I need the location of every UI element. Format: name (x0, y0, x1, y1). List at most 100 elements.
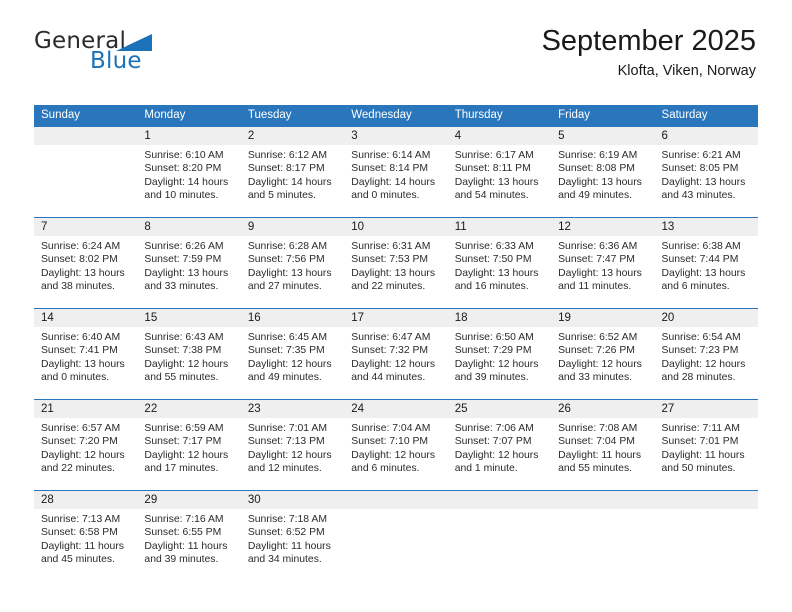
sunset-text: Sunset: 8:14 PM (351, 163, 429, 175)
calendar-day-cell[interactable]: 8 Sunrise: 6:26 AM Sunset: 7:59 PM Daylight… (137, 217, 241, 309)
calendar-day-cell[interactable]: 2 Sunrise: 6:12 AM Sunset: 8:17 PM Daylight… (240, 126, 345, 218)
calendar-day-cell[interactable]: 16 Sunrise: 6:45 AM Sunset: 7:35 PM Dayligh… (240, 308, 345, 400)
sunset-text: Sunset: 6:55 PM (144, 527, 222, 539)
brand-logo[interactable]: General Blue (34, 28, 194, 76)
calendar-day-cell[interactable]: 4 Sunrise: 6:17 AM Sunset: 8:11 PM Daylight… (447, 126, 552, 218)
calendar-day-cell[interactable]: 23 Sunrise: 7:01 AM Sunset: 7:13 PM Dayligh… (240, 399, 345, 491)
weekday-header-thursday: Thursday (447, 105, 552, 127)
daylight-text: Daylight: 13 hours and 22 minutes. (351, 267, 436, 292)
day-number: 1 (137, 127, 241, 145)
day-number (34, 127, 138, 145)
day-number: 28 (34, 491, 138, 509)
calendar-day-cell-empty (654, 490, 758, 581)
calendar-day-cell[interactable]: 13 Sunrise: 6:38 AM Sunset: 7:44 PM Dayligh… (654, 217, 758, 309)
sunset-text: Sunset: 7:47 PM (558, 254, 635, 266)
sunrise-text: Sunrise: 6:24 AM (41, 241, 121, 252)
day-cell-inner: 24 Sunrise: 7:04 AM Sunset: 7:10 PM Dayligh… (344, 400, 448, 490)
sunrise-text: Sunrise: 6:54 AM (661, 332, 741, 343)
weekday-header-monday: Monday (137, 105, 241, 127)
page-subtitle: Klofta, Viken, Norway (617, 63, 756, 79)
sunrise-text: Sunrise: 6:10 AM (144, 150, 224, 161)
sunrise-text: Sunrise: 6:26 AM (144, 241, 224, 252)
weekday-header-sunday: Sunday (34, 105, 138, 127)
sunset-text: Sunset: 8:02 PM (41, 254, 118, 266)
calendar-day-cell[interactable]: 12 Sunrise: 6:36 AM Sunset: 7:47 PM Dayligh… (551, 217, 655, 309)
calendar-day-cell[interactable]: 10 Sunrise: 6:31 AM Sunset: 7:53 PM Dayligh… (344, 217, 448, 309)
calendar-day-cell[interactable]: 9 Sunrise: 6:28 AM Sunset: 7:56 PM Daylight… (240, 217, 345, 309)
day-details: Sunrise: 7:04 AM Sunset: 7:10 PM Daylight:… (344, 418, 447, 475)
sunset-text: Sunset: 7:50 PM (454, 254, 532, 266)
daylight-text: Daylight: 13 hours and 43 minutes. (661, 176, 746, 201)
day-number: 26 (551, 400, 655, 418)
calendar-day-cell[interactable]: 29 Sunrise: 7:16 AM Sunset: 6:55 PM Dayligh… (137, 490, 241, 581)
day-number: 13 (654, 218, 758, 236)
sunrise-text: Sunrise: 7:08 AM (558, 423, 638, 434)
day-cell-inner: 7 Sunrise: 6:24 AM Sunset: 8:02 PM Daylight… (34, 218, 138, 308)
day-number: 19 (551, 309, 655, 327)
daylight-text: Daylight: 12 hours and 55 minutes. (144, 358, 229, 383)
calendar-day-cell[interactable]: 6 Sunrise: 6:21 AM Sunset: 8:05 PM Daylight… (654, 126, 758, 218)
calendar-day-cell-empty (551, 490, 655, 581)
day-number (447, 491, 552, 509)
daylight-text: Daylight: 13 hours and 0 minutes. (41, 358, 125, 383)
day-number: 24 (344, 400, 448, 418)
calendar-day-cell[interactable]: 1 Sunrise: 6:10 AM Sunset: 8:20 PM Daylight… (137, 126, 241, 218)
day-cell-inner (34, 127, 138, 217)
calendar-day-cell[interactable]: 11 Sunrise: 6:33 AM Sunset: 7:50 PM Dayligh… (447, 217, 552, 309)
day-number: 9 (240, 218, 345, 236)
calendar-day-cell[interactable]: 7 Sunrise: 6:24 AM Sunset: 8:02 PM Daylight… (34, 217, 138, 309)
calendar-day-cell[interactable]: 19 Sunrise: 6:52 AM Sunset: 7:26 PM Dayligh… (551, 308, 655, 400)
day-details: Sunrise: 7:01 AM Sunset: 7:13 PM Daylight:… (241, 418, 344, 475)
day-number (344, 491, 448, 509)
day-number: 29 (137, 491, 241, 509)
day-number: 4 (447, 127, 552, 145)
sunset-text: Sunset: 7:29 PM (454, 345, 532, 357)
calendar-day-cell[interactable]: 26 Sunrise: 7:08 AM Sunset: 7:04 PM Dayligh… (551, 399, 655, 491)
calendar-day-cell[interactable]: 21 Sunrise: 6:57 AM Sunset: 7:20 PM Dayligh… (34, 399, 138, 491)
sunrise-text: Sunrise: 6:31 AM (351, 241, 431, 252)
day-details: Sunrise: 6:38 AM Sunset: 7:44 PM Daylight:… (655, 236, 758, 293)
day-details: Sunrise: 6:47 AM Sunset: 7:32 PM Daylight:… (344, 327, 447, 384)
day-cell-inner: 2 Sunrise: 6:12 AM Sunset: 8:17 PM Daylight… (240, 127, 345, 217)
day-details: Sunrise: 6:17 AM Sunset: 8:11 PM Daylight:… (448, 145, 551, 202)
day-cell-inner (447, 491, 552, 581)
sunrise-text: Sunrise: 6:12 AM (247, 150, 327, 161)
calendar-day-cell[interactable]: 14 Sunrise: 6:40 AM Sunset: 7:41 PM Dayligh… (34, 308, 138, 400)
day-cell-inner (344, 491, 448, 581)
calendar-day-cell[interactable]: 17 Sunrise: 6:47 AM Sunset: 7:32 PM Dayligh… (344, 308, 448, 400)
day-details: Sunrise: 7:13 AM Sunset: 6:58 PM Daylight:… (34, 509, 137, 566)
calendar-day-cell[interactable]: 20 Sunrise: 6:54 AM Sunset: 7:23 PM Dayligh… (654, 308, 758, 400)
day-number: 2 (240, 127, 345, 145)
sunset-text: Sunset: 8:17 PM (247, 163, 325, 175)
calendar-day-cell[interactable]: 3 Sunrise: 6:14 AM Sunset: 8:14 PM Daylight… (344, 126, 448, 218)
sunset-text: Sunset: 7:35 PM (247, 345, 325, 357)
daylight-text: Daylight: 14 hours and 5 minutes. (247, 176, 332, 201)
calendar-day-cell[interactable]: 22 Sunrise: 6:59 AM Sunset: 7:17 PM Dayligh… (137, 399, 241, 491)
calendar-day-cell[interactable]: 5 Sunrise: 6:19 AM Sunset: 8:08 PM Daylight… (551, 126, 655, 218)
day-details: Sunrise: 7:08 AM Sunset: 7:04 PM Daylight:… (551, 418, 654, 475)
day-cell-inner: 26 Sunrise: 7:08 AM Sunset: 7:04 PM Dayligh… (551, 400, 655, 490)
calendar-day-cell[interactable]: 24 Sunrise: 7:04 AM Sunset: 7:10 PM Dayligh… (344, 399, 448, 491)
calendar-day-cell[interactable]: 30 Sunrise: 7:18 AM Sunset: 6:52 PM Dayligh… (240, 490, 345, 581)
sunset-text: Sunset: 8:11 PM (454, 163, 531, 175)
day-cell-inner: 14 Sunrise: 6:40 AM Sunset: 7:41 PM Dayligh… (34, 309, 138, 399)
day-number: 23 (240, 400, 345, 418)
sunset-text: Sunset: 7:53 PM (351, 254, 429, 266)
day-details: Sunrise: 6:43 AM Sunset: 7:38 PM Daylight:… (137, 327, 240, 384)
day-cell-inner: 22 Sunrise: 6:59 AM Sunset: 7:17 PM Dayligh… (137, 400, 241, 490)
day-cell-inner: 21 Sunrise: 6:57 AM Sunset: 7:20 PM Dayligh… (34, 400, 138, 490)
sunset-text: Sunset: 7:41 PM (41, 345, 118, 357)
calendar-day-cell[interactable]: 27 Sunrise: 7:11 AM Sunset: 7:01 PM Dayligh… (654, 399, 758, 491)
day-cell-inner: 12 Sunrise: 6:36 AM Sunset: 7:47 PM Dayligh… (551, 218, 655, 308)
sunset-text: Sunset: 7:17 PM (144, 436, 222, 448)
day-cell-inner: 9 Sunrise: 6:28 AM Sunset: 7:56 PM Daylight… (240, 218, 345, 308)
calendar-day-cell[interactable]: 15 Sunrise: 6:43 AM Sunset: 7:38 PM Dayligh… (137, 308, 241, 400)
calendar-day-cell[interactable]: 18 Sunrise: 6:50 AM Sunset: 7:29 PM Dayligh… (447, 308, 552, 400)
calendar-day-cell[interactable]: 28 Sunrise: 7:13 AM Sunset: 6:58 PM Dayligh… (34, 490, 138, 581)
calendar-day-cell[interactable]: 25 Sunrise: 7:06 AM Sunset: 7:07 PM Dayligh… (447, 399, 552, 491)
sunrise-text: Sunrise: 6:57 AM (41, 423, 121, 434)
daylight-text: Daylight: 14 hours and 10 minutes. (144, 176, 229, 201)
sunset-text: Sunset: 7:26 PM (558, 345, 635, 357)
sunrise-text: Sunrise: 6:47 AM (351, 332, 431, 343)
day-number: 20 (654, 309, 758, 327)
